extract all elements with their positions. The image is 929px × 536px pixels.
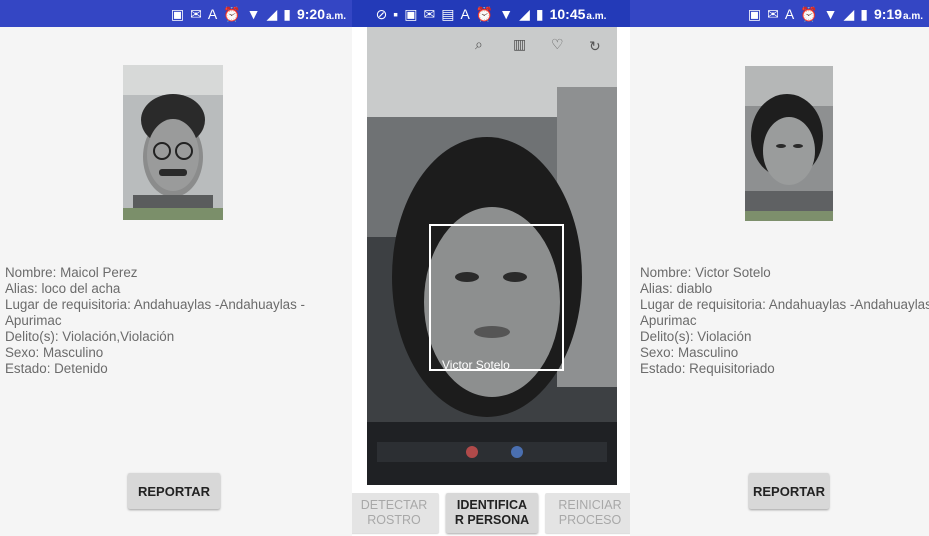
signal-icon: ◢ [266,5,278,22]
zoom-icon[interactable]: ⌕ [475,37,483,51]
suspect-photo [745,66,833,221]
rotate-icon[interactable]: ↻ [589,39,601,53]
alarm-icon: ⏰ [223,5,241,22]
alarm-icon: ⏰ [800,5,818,22]
wifi-icon: ▼ [499,5,514,22]
battery-icon: ▮ [860,5,868,22]
right-screen: ▣ ✉ A ⏰ ▼ ◢ ▮ 9:19a.m. Nombre: Victor So… [630,0,929,536]
info-alias: Alias: diablo [640,281,713,296]
status-bar: ▣ ✉ A ⏰ ▼ ◢ ▮ 9:20a.m. [0,0,352,27]
battery-icon: ▮ [283,5,291,22]
left-screen: ▣ ✉ A ⏰ ▼ ◢ ▮ 9:20a.m. Nombre: Maicol Pe… [0,0,352,536]
blocked-icon: ⊘ [375,5,388,22]
report-button[interactable]: REPORTAR [128,473,220,509]
trash-icon[interactable]: ▥ [513,37,526,51]
face-detection-box [429,224,564,371]
wifi-icon: ▼ [246,5,261,22]
gallery-icon: ▣ [747,5,762,22]
gallery-icon: ▣ [404,5,418,22]
middle-screen: ⊘ ▪ ▣ ✉ ▤ A ⏰ ▼ ◢ ▮ 10:45a.m. ⌕ ▥ ♡ ↻ Vi… [352,0,630,536]
info-location: Lugar de requisitoria: Andahuaylas -Anda… [640,297,929,312]
alarm-icon: ⏰ [475,5,494,22]
app-icon: ▪ [393,5,399,22]
status-bar: ▣ ✉ A ⏰ ▼ ◢ ▮ 9:19a.m. [630,0,929,27]
info-location: Lugar de requisitoria: Andahuaylas -Anda… [5,297,305,312]
info-crimes: Delito(s): Violación,Violación [5,329,175,344]
mail-icon: ✉ [423,5,436,22]
info-location-cont: Apurimac [5,313,62,328]
info-crimes: Delito(s): Violación [640,329,752,344]
info-alias: Alias: loco del acha [5,281,121,296]
report-button[interactable]: REPORTAR [749,473,829,509]
detect-face-button[interactable]: DETECTAR ROSTRO [352,493,439,533]
identify-person-button[interactable]: IDENTIFICA R PERSONA [446,493,538,533]
signal-icon: ◢ [843,5,855,22]
a-icon: A [784,5,795,22]
mail-icon: ✉ [190,5,202,22]
message-icon: ▤ [441,5,455,22]
face-name-label: Victor Sotelo [442,358,510,372]
info-name: Nombre: Maicol Perez [5,265,138,280]
a-icon: A [207,5,218,22]
status-bar: ⊘ ▪ ▣ ✉ ▤ A ⏰ ▼ ◢ ▮ 10:45a.m. [352,0,630,27]
info-sex: Sexo: Masculino [5,345,104,360]
camera-preview[interactable]: ⌕ ▥ ♡ ↻ Victor Sotelo [367,27,617,485]
wifi-icon: ▼ [823,5,838,22]
info-name: Nombre: Victor Sotelo [640,265,771,280]
suspect-info: Nombre: Maicol Perez Alias: loco del ach… [5,265,305,377]
a-icon: A [460,5,470,22]
suspect-info: Nombre: Victor Sotelo Alias: diablo Luga… [640,265,929,377]
restart-process-button[interactable]: REINICIAR PROCESO [545,493,630,533]
info-status: Estado: Requisitoriado [640,361,775,376]
gallery-icon: ▣ [170,5,185,22]
info-location-cont: Apurimac [640,313,697,328]
signal-icon: ◢ [519,5,530,22]
status-time: 9:19a.m. [873,5,923,22]
info-sex: Sexo: Masculino [640,345,739,360]
suspect-photo [123,65,223,220]
info-status: Estado: Detenido [5,361,108,376]
heart-icon[interactable]: ♡ [551,37,564,51]
battery-icon: ▮ [535,5,544,22]
status-time: 9:20a.m. [296,5,346,22]
status-time: 10:45a.m. [549,5,607,22]
mail-icon: ✉ [767,5,779,22]
